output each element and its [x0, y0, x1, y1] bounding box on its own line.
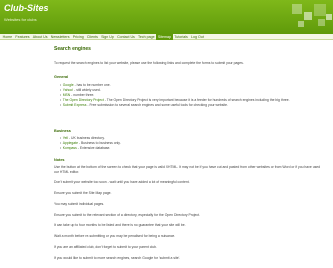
section-title-business: Business: [54, 129, 71, 133]
notes-paragraph: our HTML editor.: [54, 170, 80, 174]
nav-log-out[interactable]: Log Out: [189, 34, 205, 40]
decorative-square: [304, 12, 312, 20]
decorative-square: [314, 4, 326, 16]
nav-about-us[interactable]: About Us: [31, 34, 49, 40]
nav-home[interactable]: Home: [1, 34, 14, 40]
decorative-square: [292, 4, 302, 14]
section-title-general: General: [54, 75, 69, 79]
list-item: • The Open Directory Project - The Open D…: [60, 98, 290, 102]
list-item: • Kompass - Extensive database.: [60, 146, 111, 150]
list-item: • Google - has to be number one.: [60, 83, 111, 87]
nav-tech-page[interactable]: Tech page: [136, 34, 156, 40]
intro-text: To request the search engines to list yo…: [54, 61, 244, 65]
nav-tutorials[interactable]: Tutorials: [173, 34, 190, 40]
notes-paragraph: Don't submit your website too soon - wai…: [54, 180, 190, 184]
notes-paragraph: Wait a month before re-submitting or you…: [54, 234, 176, 238]
site-tagline: Websites for clubs: [4, 17, 37, 22]
main-nav: Home Features About Us Newsletters Prici…: [0, 33, 333, 40]
notes-paragraph: If you are an affiliated club, don't for…: [54, 245, 157, 249]
link-yahoo[interactable]: Yahoo!: [63, 88, 74, 92]
list-item: • Yahoo! - still widely used.: [60, 88, 101, 92]
link-open-directory[interactable]: The Open Directory Project: [63, 98, 104, 102]
page-title: Search engines: [54, 46, 91, 52]
link-google[interactable]: Google: [63, 83, 74, 87]
list-item: • MSN - number three.: [60, 93, 95, 97]
nav-sign-up[interactable]: Sign Up: [99, 34, 115, 40]
nav-newsletters[interactable]: Newsletters: [49, 34, 71, 40]
site-title[interactable]: Club-Sites: [4, 3, 49, 13]
nav-features[interactable]: Features: [14, 34, 31, 40]
notes-paragraph: It can take up to four months to be list…: [54, 223, 186, 227]
section-title-notes: Notes: [54, 158, 65, 162]
decorative-square: [298, 21, 304, 27]
decorative-square: [318, 19, 325, 26]
notes-paragraph: Ensure you submit the Site Map page.: [54, 191, 112, 195]
decorative-square: [326, 14, 332, 20]
nav-clients[interactable]: Clients: [85, 34, 99, 40]
notes-paragraph: You may submit individual pages.: [54, 202, 105, 206]
main-content: Search engines To request the search eng…: [48, 44, 330, 268]
nav-pricing[interactable]: Pricing: [71, 34, 85, 40]
nav-sitemap[interactable]: Sitemap: [156, 33, 173, 40]
notes-paragraph: If you would like to submit to more sear…: [54, 256, 181, 260]
nav-contact-us[interactable]: Contact Us: [115, 34, 136, 40]
link-applegate[interactable]: Applegate: [63, 141, 78, 145]
link-submit-express[interactable]: Submit Express: [63, 103, 87, 107]
list-item: • Submit Express - Free submission to sev…: [60, 103, 228, 107]
list-item: • Applegate - Business to business only.: [60, 141, 121, 145]
site-header: Club-Sites Websites for clubs: [0, 0, 333, 34]
notes-paragraph: Ensure you submit to the relevant sectio…: [54, 213, 200, 217]
notes-paragraph: Use the button at the bottom of the scre…: [54, 165, 321, 169]
link-kompass[interactable]: Kompass: [63, 146, 77, 150]
list-item: • Yell - UK business directory.: [60, 136, 105, 140]
